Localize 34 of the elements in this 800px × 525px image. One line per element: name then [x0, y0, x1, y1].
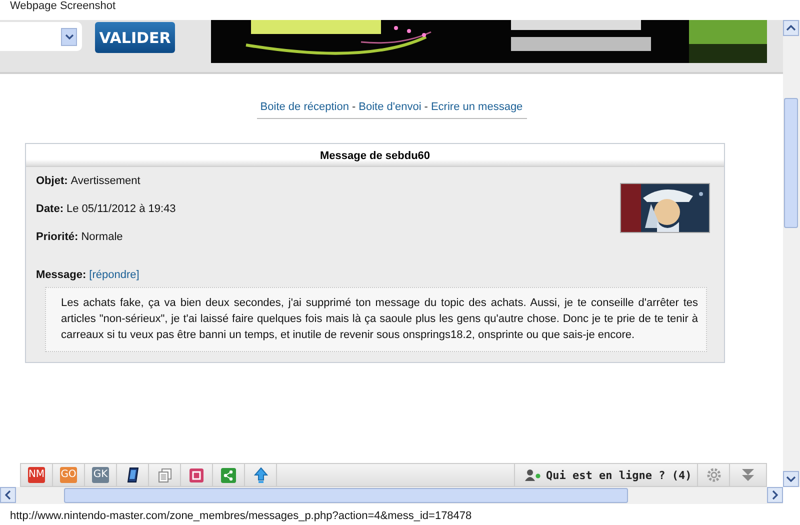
scroll-right-button[interactable]	[767, 487, 783, 503]
user-icon[interactable]	[525, 469, 541, 481]
separator-text: -	[424, 101, 428, 113]
online-users-button[interactable]: Qui est en ligne ? (4)	[514, 464, 698, 486]
dropdown-field[interactable]	[0, 22, 82, 51]
chevron-up-icon[interactable]	[786, 25, 796, 31]
message-body: Les achats fake, ça va bien deux secondes, j'ai supprimé ton message du topic des achats. Aussi, je te conseille d'arrêter tes articles "non-sérieux", je t'ai laissé faire quelques fois mais là ça saoule plus les gens qu'autre chose. Donc je te prie de te tenir à carreaux si tu veux pas être banni un temps, et inutile de revenir sous onsprings18.2, onsprinte ou que sais-je encore.	[45, 287, 707, 352]
field-label: Message:	[36, 269, 86, 281]
field-value: Le 05/11/2012 à 19:43	[66, 203, 176, 215]
field-label: Priorité:	[36, 231, 78, 243]
nav-link[interactable]: Boite d'envoi	[358, 101, 422, 113]
window-title: Webpage Screenshot	[10, 0, 116, 12]
chevron-left-icon[interactable]	[5, 490, 11, 500]
panel-title: Message de sebdu60	[26, 144, 724, 167]
badge-button[interactable]: GK	[85, 464, 117, 486]
nav-link[interactable]: Ecrire un message	[430, 101, 523, 113]
scrollbar-thumb[interactable]	[784, 98, 798, 228]
reply-link[interactable]: [répondre]	[89, 269, 140, 281]
status-url: http://www.nintendo-master.com/zone_membres/messages_p.php?action=4&mess_id=178478	[10, 510, 472, 522]
caret-icon[interactable]	[61, 28, 77, 46]
validate-button[interactable]: VALIDER	[95, 22, 175, 53]
badge-button[interactable]: NM	[21, 464, 53, 486]
chevron-right-icon[interactable]	[772, 490, 778, 500]
nav-link[interactable]: Boite de réception	[260, 101, 349, 113]
field-label: Date:	[36, 203, 64, 215]
chevron-down-icon[interactable]	[786, 476, 796, 482]
scroll-left-button[interactable]	[0, 487, 16, 503]
field-value: Avertissement	[70, 175, 140, 187]
scroll-down-button[interactable]	[783, 471, 799, 487]
field-value: Normale	[81, 231, 123, 243]
scrollbar-thumb[interactable]	[64, 488, 628, 503]
scroll-up-button[interactable]	[783, 20, 799, 36]
separator-text: -	[352, 101, 356, 113]
field-label: Objet:	[36, 175, 68, 187]
